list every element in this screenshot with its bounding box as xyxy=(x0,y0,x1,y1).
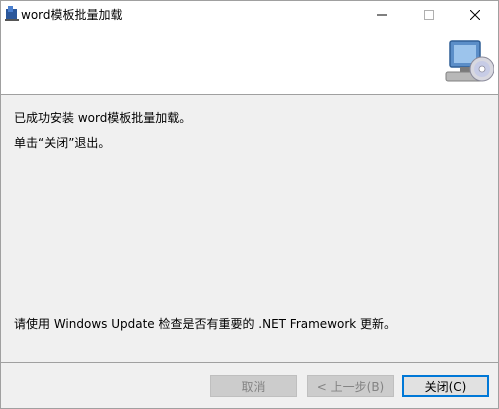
close-icon xyxy=(470,10,480,20)
close-button[interactable]: 关闭(C) xyxy=(402,375,489,397)
title-bar[interactable]: word模板批量加载 xyxy=(1,1,498,29)
exit-instruction: 单击“关闭”退出。 xyxy=(14,136,111,150)
header-separator xyxy=(1,94,498,95)
maximize-button[interactable] xyxy=(406,1,452,29)
window-title: word模板批量加载 xyxy=(21,8,123,22)
cancel-button[interactable]: 取消 xyxy=(210,375,297,397)
success-message: 已成功安装 word模板批量加载。 xyxy=(14,111,192,125)
close-window-button[interactable] xyxy=(452,1,498,29)
installer-window: word模板批量加载 已成功安装 word模板批量加载。 单击“关闭”退出。 请… xyxy=(0,0,499,409)
wizard-header xyxy=(1,29,498,94)
update-notice: 请使用 Windows Update 检查是否有重要的 .NET Framewo… xyxy=(14,317,397,331)
footer-separator xyxy=(1,362,498,363)
maximize-icon xyxy=(424,10,434,20)
minimize-button[interactable] xyxy=(359,1,405,29)
minimize-icon xyxy=(377,14,387,16)
installer-app-icon xyxy=(5,6,19,21)
computer-disc-icon xyxy=(445,40,494,82)
back-button[interactable]: < 上一步(B) xyxy=(307,375,394,397)
